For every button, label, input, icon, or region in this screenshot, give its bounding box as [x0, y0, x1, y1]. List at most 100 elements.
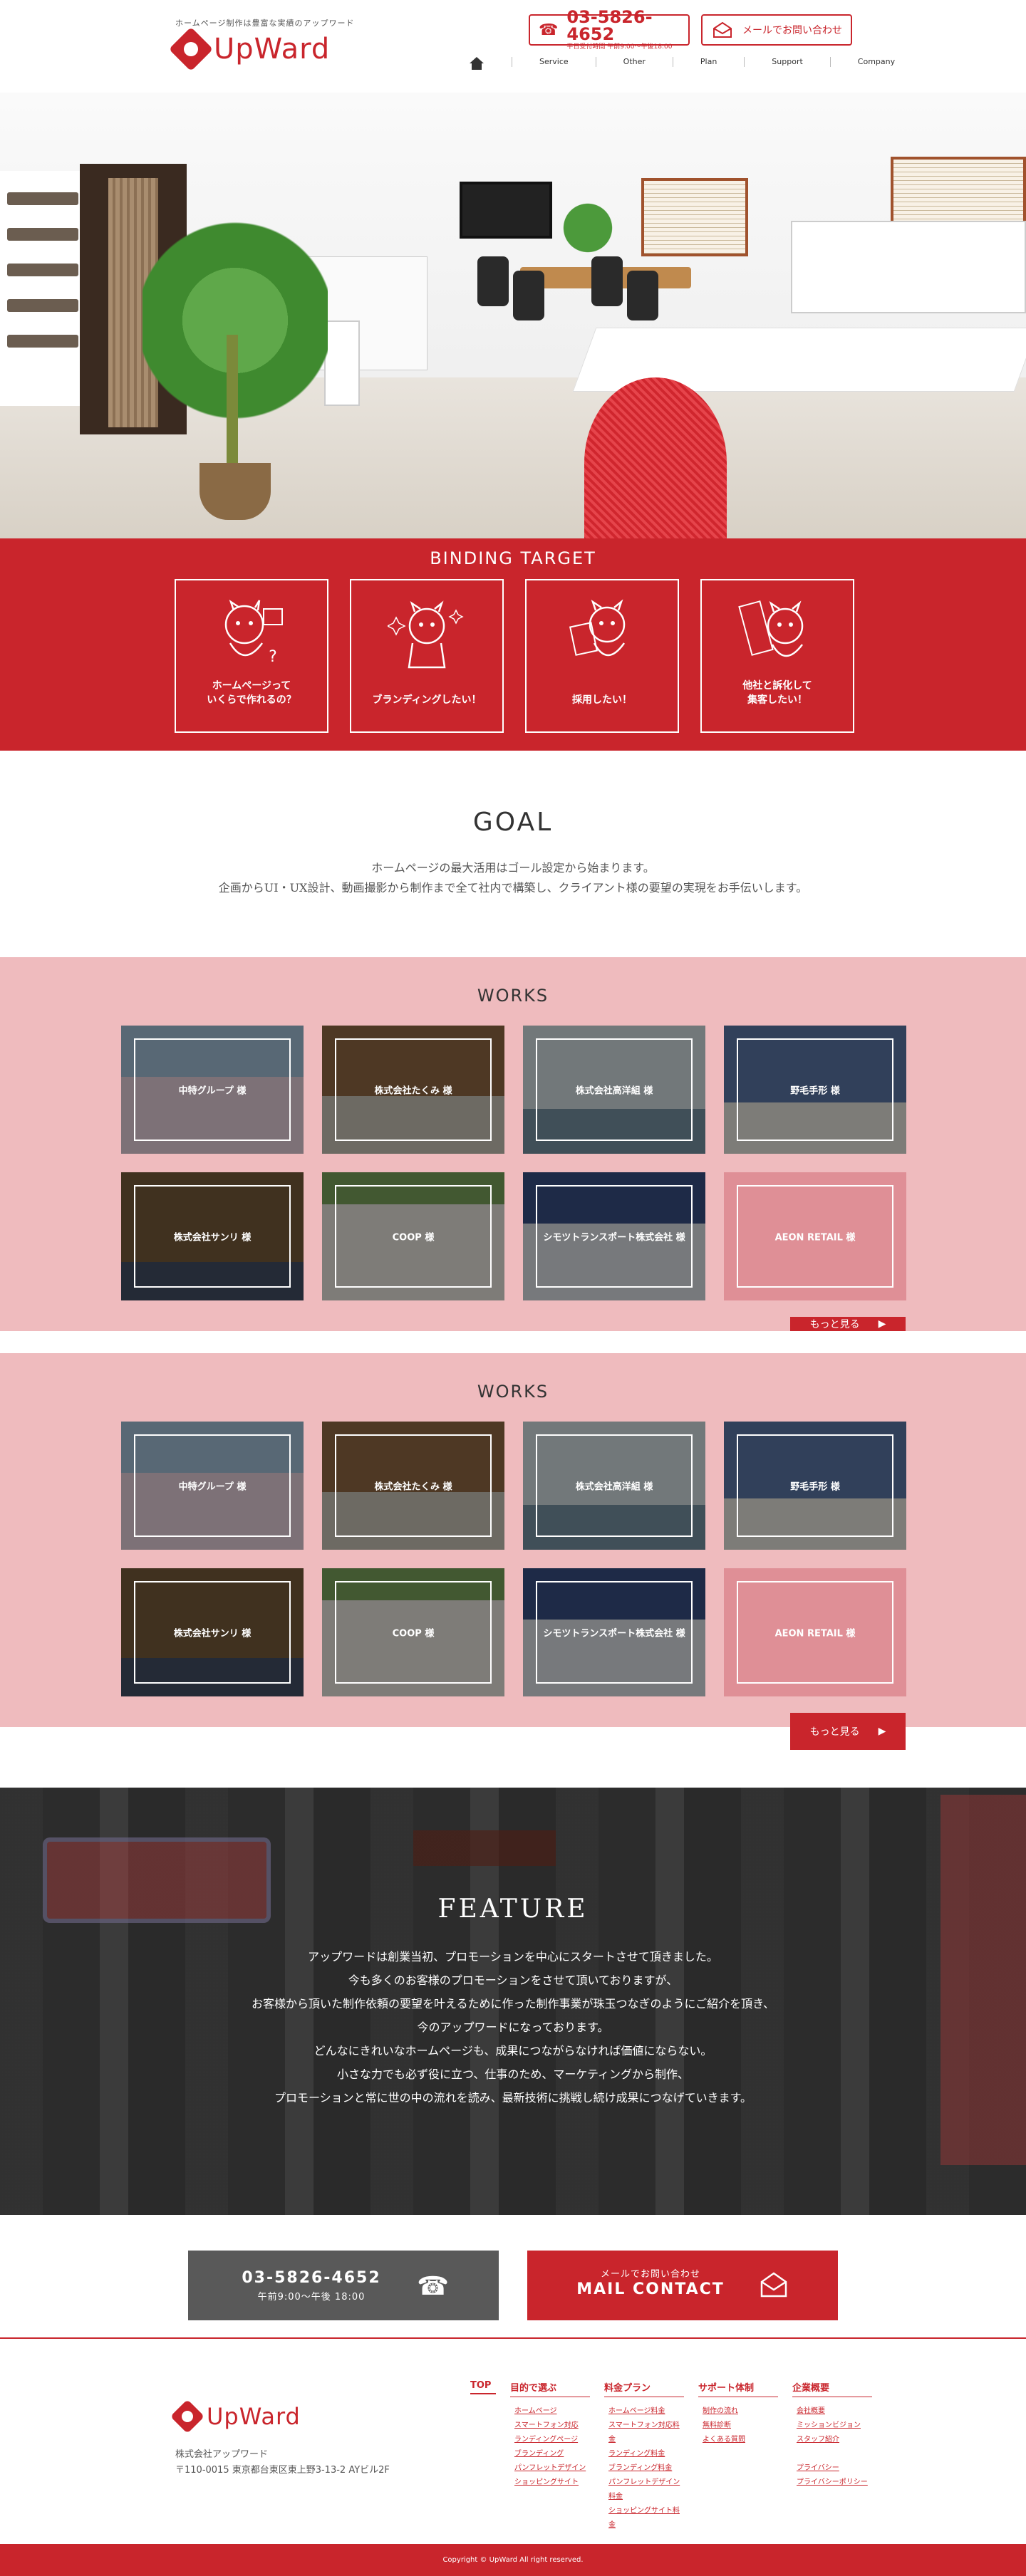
footer-link[interactable]: ホームページ料金	[604, 2404, 684, 2419]
footer-link[interactable]: 無料診断	[698, 2419, 778, 2433]
work-card[interactable]: シモツトランスポート株式会社 様	[523, 1172, 705, 1300]
work-name: 中特グループ 様	[178, 1085, 247, 1097]
footer-link[interactable]: パンフレットデザイン料金	[604, 2476, 684, 2504]
work-name: 株式会社高洋組 様	[575, 1085, 653, 1097]
feature-line: プロモーションと常に世の中の流れを読み、最新技術に挑戦し続け成果につなげていきま…	[274, 2091, 752, 2105]
footer-link[interactable]: ブランディング料金	[604, 2461, 684, 2476]
binding-card-price[interactable]: ? ホームページって いくらで作れるの？	[175, 579, 328, 733]
work-card[interactable]: 株式会社サンリ 様	[121, 1568, 304, 1696]
work-card[interactable]: 中特グループ 様	[121, 1422, 304, 1550]
home-icon	[469, 57, 484, 70]
footer-column: 目的で選ぶ ホームページ スマートフォン対応 ランディングページ ブランディング…	[510, 2380, 590, 2533]
feature-text: アップワードは創業当初、プロモーションを中心にスタートさせて頂きました。 今も多…	[0, 1945, 1026, 2110]
header-tel-box[interactable]: ☎ 03-5826-4652 平日受付時間 午前9:00〜午後18:00	[529, 9, 690, 51]
phone-icon: ☎	[417, 2272, 449, 2301]
feature-line: アップワードは創業当初、プロモーションを中心にスタートさせて頂きました。	[308, 1950, 718, 1964]
footer-column-head: 目的で選ぶ	[510, 2380, 590, 2397]
feature-section: FEATURE アップワードは創業当初、プロモーションを中心にスタートさせて頂き…	[0, 1788, 1026, 2215]
footer-column: 企業概要 会社概要 ミッションビジョン スタッフ紹介 プライバシー プライバシー…	[792, 2380, 872, 2533]
svg-text:?: ?	[269, 648, 277, 666]
header-tel-hours: 平日受付時間 午前9:00〜午後18:00	[566, 43, 673, 51]
work-card[interactable]: COOP 様	[322, 1568, 504, 1696]
works-title: WORKS	[477, 986, 549, 1006]
header-tel-number: 03-5826-4652	[566, 7, 653, 44]
footer-logo[interactable]: UpWard	[170, 2399, 301, 2434]
work-name: シモツトランスポート株式会社 様	[543, 1628, 685, 1639]
feature-line: 今も多くのお客様のプロモーションをさせて頂いておりますが、	[348, 1973, 678, 1987]
work-card[interactable]: 株式会社たくみ 様	[322, 1422, 504, 1550]
footer-link[interactable]: ショッピングサイト	[510, 2476, 590, 2490]
contact-tel-button[interactable]: 03-5826-4652 午前9:00〜午後 18:00 ☎	[188, 2251, 499, 2320]
footer-company: 株式会社アップワード	[175, 2449, 269, 2460]
footer-top-link[interactable]: TOP	[470, 2380, 496, 2394]
goal-text-line: ホームページの最大活用はゴール設定から始まります。	[371, 861, 655, 875]
nav-service[interactable]: Service	[512, 57, 596, 67]
works-section: WORKS 中特グループ 様 株式会社たくみ 様 株式会社高洋組 様 野毛手形 …	[0, 1353, 1026, 1750]
footer-column-head: 企業概要	[792, 2380, 872, 2397]
binding-target-section: BINDING TARGET ? ホームページって いくらで作れるの？ ブランデ…	[0, 538, 1026, 751]
work-card[interactable]: 野毛手形 様	[724, 1026, 906, 1154]
work-card[interactable]: AEON RETAIL 様	[724, 1568, 906, 1696]
binding-card-branding[interactable]: ブランディングしたい！	[350, 579, 504, 733]
footer-address-line: 〒110-0015 東京都台東区東上野3-13-2 AYビル2F	[175, 2465, 390, 2476]
nav-plan[interactable]: Plan	[672, 57, 744, 67]
footer-link[interactable]: スマートフォン対応料金	[604, 2419, 684, 2447]
work-card[interactable]: 株式会社サンリ 様	[121, 1172, 304, 1300]
footer-link[interactable]: ミッションビジョン	[792, 2419, 872, 2433]
goal-title: GOAL	[472, 808, 554, 837]
tagline: ホームページ制作は豊富な実績のアップワード	[175, 19, 355, 28]
binding-card-differentiate[interactable]: 他社と訴化して 集客したい！	[700, 579, 854, 733]
contact-mail-button[interactable]: メールでお問い合わせ MAIL CONTACT	[527, 2251, 838, 2320]
work-card[interactable]: 中特グループ 様	[121, 1026, 304, 1154]
footer-link[interactable]: ランディングページ	[510, 2433, 590, 2447]
contact-tel-number: 03-5826-4652	[242, 2269, 381, 2287]
footer-link[interactable]: 制作の流れ	[698, 2404, 778, 2419]
footer-link[interactable]: スタッフ紹介	[792, 2433, 872, 2447]
work-card[interactable]: シモツトランスポート株式会社 様	[523, 1568, 705, 1696]
footer-column: サポート体制 制作の流れ 無料診断 よくある質問	[698, 2380, 778, 2533]
work-card[interactable]: 株式会社高洋組 様	[523, 1422, 705, 1550]
binding-card-recruit[interactable]: 採用したい！	[525, 579, 679, 733]
feature-line: お客様から頂いた制作依頼の要望を叶えるために作った制作事業が珠玉つなぎのようにご…	[251, 1997, 775, 2011]
goal-section: GOAL ホームページの最大活用はゴール設定から始まります。 企画からUI・UX…	[0, 751, 1026, 957]
header-mail-button[interactable]: メールでお問い合わせ	[701, 14, 852, 46]
nav-company[interactable]: Company	[829, 57, 922, 67]
work-name: COOP 様	[392, 1232, 435, 1243]
more-button[interactable]: もっと見る ▶	[790, 1317, 906, 1331]
work-card[interactable]: AEON RETAIL 様	[724, 1172, 906, 1300]
nav-other[interactable]: Other	[595, 57, 673, 67]
footer-link[interactable]	[792, 2447, 872, 2461]
footer-link[interactable]: プライバシーポリシー	[792, 2476, 872, 2490]
footer-link[interactable]: ブランディング	[510, 2447, 590, 2461]
footer-link[interactable]: スマートフォン対応	[510, 2419, 590, 2433]
footer-link[interactable]: プライバシー	[792, 2461, 872, 2476]
footer-link[interactable]: 会社概要	[792, 2404, 872, 2419]
work-card[interactable]: COOP 様	[322, 1172, 504, 1300]
binding-card-label: ホームページって いくらで作れるの？	[207, 680, 296, 706]
arrow-right-icon: ▶	[878, 1318, 886, 1330]
contact-mail-sub: メールでお問い合わせ	[600, 2269, 700, 2280]
contact-mail-main: MAIL CONTACT	[576, 2280, 725, 2298]
binding-card-label: ブランディングしたい！	[372, 694, 482, 706]
more-label: もっと見る	[809, 1319, 860, 1330]
phone-icon: ☎	[539, 21, 559, 39]
footer-link[interactable]: ホームページ	[510, 2404, 590, 2419]
work-name: COOP 様	[392, 1628, 435, 1639]
work-name: シモツトランスポート株式会社 様	[543, 1232, 685, 1243]
global-nav: Service Other Plan Support Company	[462, 57, 922, 70]
footer-link[interactable]: ショッピングサイト料金	[604, 2504, 684, 2533]
work-name: 野毛手形 様	[790, 1481, 840, 1493]
nav-home[interactable]	[462, 57, 512, 70]
logo[interactable]: ホームページ制作は豊富な実績のアップワード UpWard	[168, 17, 355, 72]
more-button[interactable]: もっと見る ▶	[790, 1713, 906, 1750]
feature-title: FEATURE	[437, 1894, 589, 1924]
feature-line: 今のアップワードになっております。	[417, 2020, 609, 2034]
footer-link[interactable]: よくある質問	[698, 2433, 778, 2447]
footer-link[interactable]: パンフレットデザイン	[510, 2461, 590, 2476]
work-card[interactable]: 株式会社たくみ 様	[322, 1026, 504, 1154]
footer-link[interactable]: ランディング料金	[604, 2447, 684, 2461]
logo-mark-icon	[168, 26, 214, 72]
work-card[interactable]: 野毛手形 様	[724, 1422, 906, 1550]
nav-support[interactable]: Support	[744, 57, 829, 67]
work-card[interactable]: 株式会社高洋組 様	[523, 1026, 705, 1154]
